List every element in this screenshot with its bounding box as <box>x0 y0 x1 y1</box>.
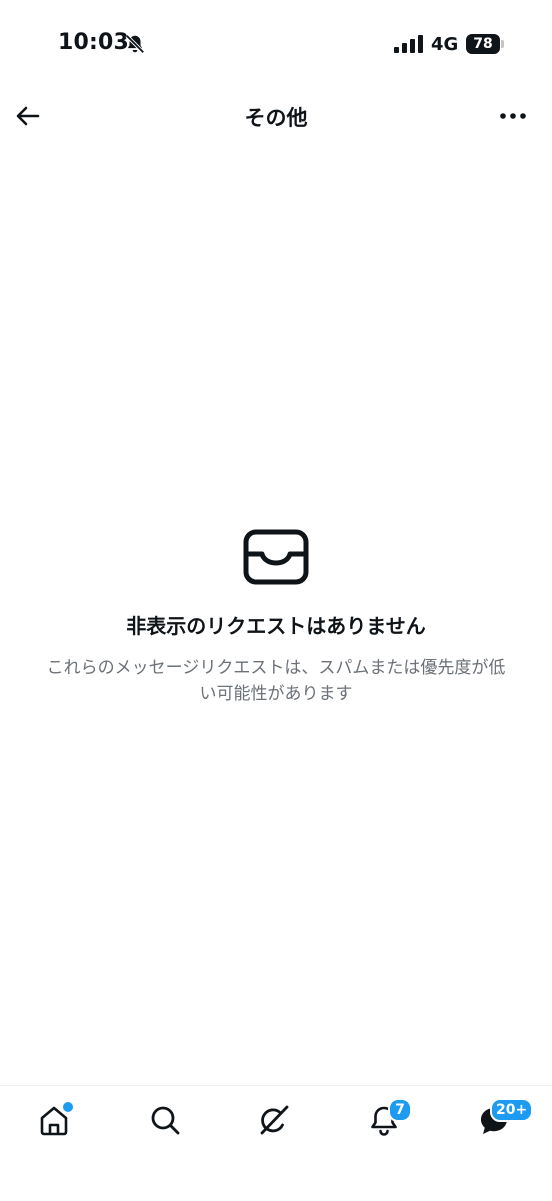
more-icon[interactable] <box>498 104 528 128</box>
grok-icon <box>260 1105 289 1135</box>
page-title: その他 <box>244 106 308 130</box>
nav-home[interactable] <box>34 1100 75 1140</box>
nav-search[interactable] <box>145 1100 185 1140</box>
nav-messages[interactable]: 20+ <box>474 1098 534 1140</box>
battery-level: 78 <box>473 36 493 52</box>
inbox-icon <box>243 529 309 585</box>
battery-icon: 78 <box>466 34 500 54</box>
messages-badge: 20+ <box>490 1098 534 1122</box>
bell-off-icon <box>125 34 145 54</box>
nav-notifications[interactable]: 7 <box>364 1098 412 1140</box>
empty-description: これらのメッセージリクエストは、スパムまたは優先度が低い可能性があります <box>46 658 506 704</box>
nav-grok[interactable] <box>254 1100 294 1140</box>
notifications-badge: 7 <box>388 1098 412 1122</box>
empty-state: 非表示のリクエストはありません これらのメッセージリクエストは、スパムまたは優先… <box>0 528 552 707</box>
battery-tip <box>501 40 504 48</box>
status-time: 10:03 <box>58 30 130 55</box>
search-icon <box>151 1106 180 1135</box>
signal-icon <box>394 35 423 53</box>
status-bar: 10:03 4G 78 <box>0 0 552 90</box>
network-label: 4G <box>431 34 459 55</box>
header: その他 <box>0 90 552 142</box>
home-notification-dot <box>61 1100 75 1114</box>
bottom-nav: 7 20+ <box>0 1085 552 1201</box>
empty-title: 非表示のリクエストはありません <box>126 614 426 638</box>
